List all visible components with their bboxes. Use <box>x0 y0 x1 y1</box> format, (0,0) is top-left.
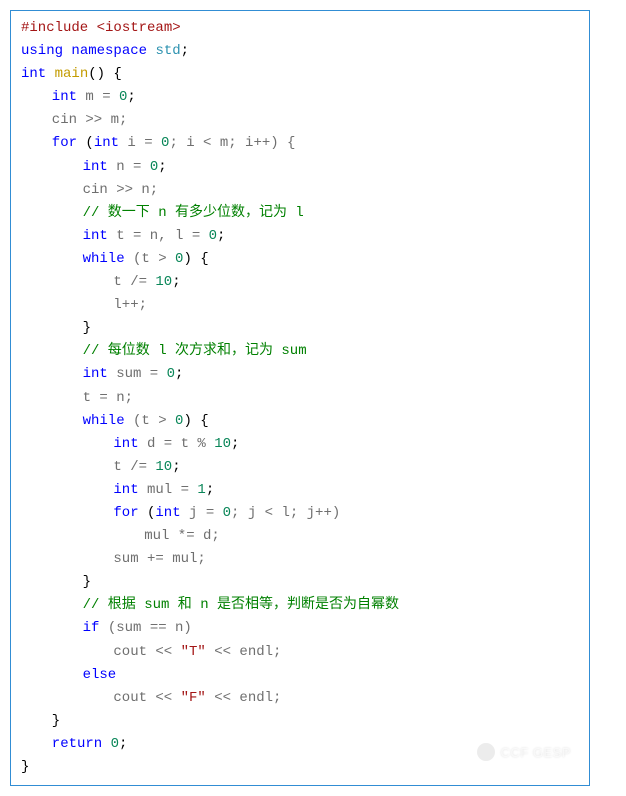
code-line: // 根据 sum 和 n 是否相等，判断是否为自幂数 <box>21 594 579 617</box>
code-line: int main() { <box>21 63 579 86</box>
preprocessor: #include <box>21 20 97 36</box>
code-line: int d = t % 10; <box>21 433 579 456</box>
code-line: } <box>21 756 579 779</box>
code-line: using namespace std; <box>21 40 579 63</box>
code-line: } <box>21 710 579 733</box>
string-literal: "F" <box>181 690 206 706</box>
code-line: } <box>21 571 579 594</box>
code-line: int t = n, l = 0; <box>21 225 579 248</box>
code-line: mul *= d; <box>21 525 579 548</box>
code-line: if (sum == n) <box>21 617 579 640</box>
function-main: main <box>55 66 89 82</box>
code-line: int sum = 0; <box>21 363 579 386</box>
code-line: for (int j = 0; j < l; j++) <box>21 502 579 525</box>
string-literal: "T" <box>181 644 206 660</box>
comment: // 每位数 l 次方求和，记为 sum <box>83 343 307 359</box>
code-line: else <box>21 664 579 687</box>
code-line: t /= 10; <box>21 456 579 479</box>
code-line: } <box>21 317 579 340</box>
code-line: return 0; <box>21 733 579 756</box>
include-header: <iostream> <box>97 20 181 36</box>
code-line: while (t > 0) { <box>21 248 579 271</box>
code-line: int n = 0; <box>21 156 579 179</box>
code-line: sum += mul; <box>21 548 579 571</box>
code-line: t = n; <box>21 387 579 410</box>
code-line: cout << "T" << endl; <box>21 641 579 664</box>
code-block: #include <iostream> using namespace std;… <box>10 10 590 786</box>
code-line: t /= 10; <box>21 271 579 294</box>
code-line: // 每位数 l 次方求和，记为 sum <box>21 340 579 363</box>
code-line: // 数一下 n 有多少位数，记为 l <box>21 202 579 225</box>
comment: // 根据 sum 和 n 是否相等，判断是否为自幂数 <box>83 597 399 613</box>
code-line: #include <iostream> <box>21 17 579 40</box>
code-line: cout << "F" << endl; <box>21 687 579 710</box>
code-line: cin >> m; <box>21 109 579 132</box>
code-line: for (int i = 0; i < m; i++) { <box>21 132 579 155</box>
code-line: int mul = 1; <box>21 479 579 502</box>
code-line: int m = 0; <box>21 86 579 109</box>
code-line: cin >> n; <box>21 179 579 202</box>
comment: // 数一下 n 有多少位数，记为 l <box>83 205 304 221</box>
code-line: while (t > 0) { <box>21 410 579 433</box>
code-line: l++; <box>21 294 579 317</box>
